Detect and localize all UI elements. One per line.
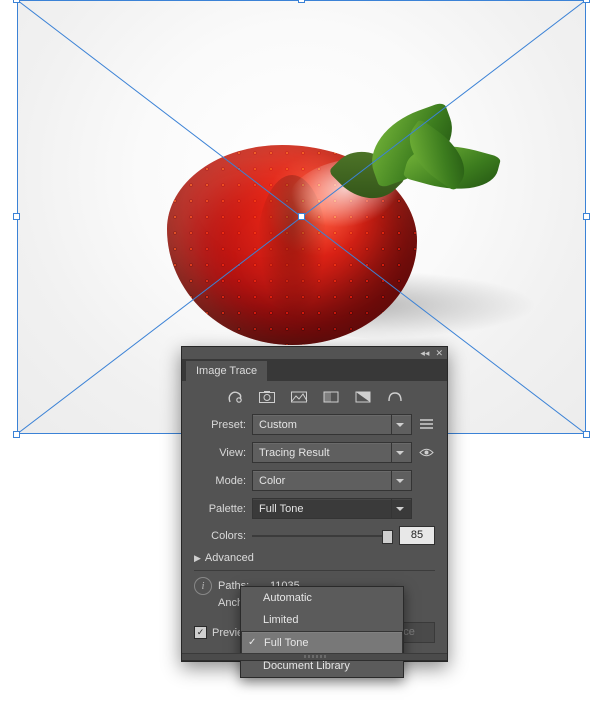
checkbox-icon: ✓: [194, 626, 207, 639]
high-fidelity-photo-icon[interactable]: [258, 390, 276, 404]
mode-label: Mode:: [194, 475, 246, 487]
handle-n[interactable]: [298, 0, 305, 3]
colors-label: Colors:: [194, 530, 246, 542]
handle-w[interactable]: [13, 213, 20, 220]
chevron-down-icon: [391, 415, 407, 434]
check-icon: ✓: [248, 637, 256, 648]
preset-label: Preset:: [194, 419, 246, 431]
view-eye-icon[interactable]: [418, 444, 435, 461]
handle-ne[interactable]: [583, 0, 590, 3]
panel-header[interactable]: ◂◂ ✕: [182, 347, 447, 359]
separator: [194, 570, 435, 571]
preset-menu-icon[interactable]: [418, 416, 435, 433]
palette-dropdown[interactable]: Full Tone: [252, 498, 412, 519]
low-fidelity-photo-icon[interactable]: [290, 390, 308, 404]
chevron-down-icon: [391, 499, 407, 518]
colors-value[interactable]: 85: [399, 526, 435, 545]
view-dropdown[interactable]: Tracing Result: [252, 442, 412, 463]
auto-color-icon[interactable]: [226, 390, 244, 404]
palette-label: Palette:: [194, 503, 246, 515]
outline-icon[interactable]: [386, 390, 404, 404]
chevron-down-icon: [391, 443, 407, 462]
info-icon: i: [194, 577, 212, 595]
palette-options-menu: Automatic Limited ✓Full Tone Document Li…: [240, 586, 404, 678]
collapse-icon[interactable]: ◂◂: [420, 348, 429, 359]
advanced-label: Advanced: [205, 552, 254, 564]
panel-resize-grip[interactable]: [182, 653, 447, 661]
handle-e[interactable]: [583, 213, 590, 220]
handle-sw[interactable]: [13, 431, 20, 438]
chevron-down-icon: [391, 471, 407, 490]
chevron-right-icon: ▶: [194, 553, 201, 564]
preset-icon-row: [182, 381, 447, 414]
palette-option-limited[interactable]: Limited: [241, 609, 403, 631]
colors-slider[interactable]: [252, 529, 393, 543]
preset-dropdown[interactable]: Custom: [252, 414, 412, 435]
close-icon[interactable]: ✕: [435, 348, 443, 359]
slider-thumb[interactable]: [382, 530, 393, 544]
palette-option-automatic[interactable]: Automatic: [241, 587, 403, 609]
advanced-disclosure[interactable]: ▶ Advanced: [194, 552, 435, 564]
grayscale-icon[interactable]: [322, 390, 340, 404]
black-and-white-icon[interactable]: [354, 390, 372, 404]
handle-center[interactable]: [298, 213, 305, 220]
panel-tab-image-trace[interactable]: Image Trace: [186, 361, 267, 381]
handle-se[interactable]: [583, 431, 590, 438]
handle-nw[interactable]: [13, 0, 20, 3]
image-trace-panel: ◂◂ ✕ Image Trace Preset: Custom View: Tr…: [181, 346, 448, 662]
mode-dropdown[interactable]: Color: [252, 470, 412, 491]
view-label: View:: [194, 447, 246, 459]
palette-option-full-tone[interactable]: ✓Full Tone: [241, 631, 403, 655]
